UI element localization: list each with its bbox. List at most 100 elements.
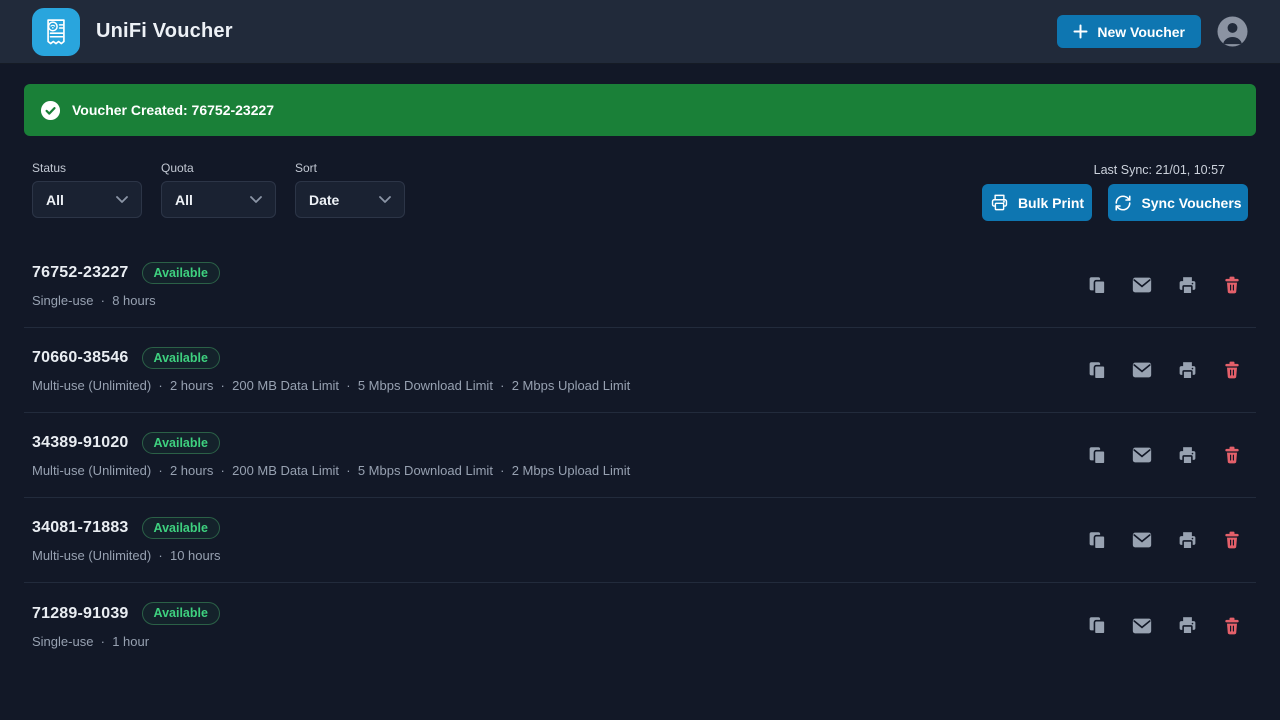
print-icon [1177, 530, 1198, 551]
quota-label: Quota [161, 161, 276, 175]
status-select[interactable]: All [32, 181, 142, 218]
voucher-list: 76752-23227 Available Single-use · 8 hou… [0, 243, 1280, 668]
new-voucher-label: New Voucher [1097, 24, 1185, 40]
voucher-row: 71289-91039 Available Single-use · 1 hou… [24, 583, 1256, 668]
email-button[interactable] [1131, 529, 1153, 551]
voucher-code: 34081-71883 [32, 519, 129, 537]
voucher-code: 34389-91020 [32, 434, 129, 452]
row-actions [1086, 444, 1243, 466]
email-button[interactable] [1131, 274, 1153, 296]
email-icon [1131, 444, 1153, 466]
toolbar: Status All Quota All Sort Date [0, 161, 1280, 221]
banner-message: Voucher Created: 76752-23227 [72, 102, 274, 118]
status-label: Status [32, 161, 142, 175]
refresh-icon [1114, 194, 1132, 212]
filters: Status All Quota All Sort Date [32, 161, 405, 218]
voucher-code: 70660-38546 [32, 349, 129, 367]
voucher-row: 70660-38546 Available Multi-use (Unlimit… [24, 328, 1256, 413]
copy-button[interactable] [1086, 274, 1108, 296]
email-icon [1131, 359, 1153, 381]
app-header: UniFi Voucher New Voucher [0, 0, 1280, 64]
email-icon [1131, 274, 1153, 296]
filter-sort: Sort Date [295, 161, 405, 218]
quota-value: All [175, 192, 193, 208]
printer-icon [990, 193, 1009, 212]
print-icon [1177, 360, 1198, 381]
voucher-code: 71289-91039 [32, 605, 129, 623]
row-actions [1086, 529, 1243, 551]
email-button[interactable] [1131, 359, 1153, 381]
copy-icon [1087, 530, 1108, 551]
trash-icon [1222, 616, 1242, 636]
status-badge: Available [142, 517, 220, 540]
voucher-info: 34081-71883 Available Multi-use (Unlimit… [32, 517, 221, 564]
delete-button[interactable] [1221, 444, 1243, 466]
plus-icon [1073, 24, 1088, 39]
chevron-down-icon [116, 196, 128, 203]
last-sync-text: Last Sync: 21/01, 10:57 [1094, 163, 1225, 177]
voucher-details: Single-use · 8 hours [32, 293, 220, 308]
voucher-info: 76752-23227 Available Single-use · 8 hou… [32, 262, 220, 309]
voucher-details: Multi-use (Unlimited) · 2 hours · 200 MB… [32, 378, 630, 393]
avatar[interactable] [1217, 16, 1248, 47]
voucher-row: 34081-71883 Available Multi-use (Unlimit… [24, 498, 1256, 583]
print-button[interactable] [1176, 274, 1198, 296]
delete-button[interactable] [1221, 274, 1243, 296]
email-button[interactable] [1131, 444, 1153, 466]
copy-icon [1087, 615, 1108, 636]
email-icon [1131, 529, 1153, 551]
email-icon [1131, 615, 1153, 637]
quota-select[interactable]: All [161, 181, 276, 218]
row-actions [1086, 615, 1243, 637]
print-button[interactable] [1176, 529, 1198, 551]
sort-select[interactable]: Date [295, 181, 405, 218]
filter-quota: Quota All [161, 161, 276, 218]
copy-button[interactable] [1086, 359, 1108, 381]
print-button[interactable] [1176, 615, 1198, 637]
delete-button[interactable] [1221, 529, 1243, 551]
status-badge: Available [142, 432, 220, 455]
copy-button[interactable] [1086, 444, 1108, 466]
receipt-wifi-icon [37, 13, 75, 51]
copy-button[interactable] [1086, 615, 1108, 637]
voucher-info: 70660-38546 Available Multi-use (Unlimit… [32, 347, 630, 394]
voucher-code: 76752-23227 [32, 264, 129, 282]
sync-vouchers-button[interactable]: Sync Vouchers [1108, 184, 1248, 221]
row-actions [1086, 359, 1243, 381]
email-button[interactable] [1131, 615, 1153, 637]
bulk-print-button[interactable]: Bulk Print [982, 184, 1092, 221]
print-button[interactable] [1176, 444, 1198, 466]
new-voucher-button[interactable]: New Voucher [1057, 15, 1201, 48]
print-icon [1177, 615, 1198, 636]
print-icon [1177, 445, 1198, 466]
chevron-down-icon [379, 196, 391, 203]
delete-button[interactable] [1221, 615, 1243, 637]
bulk-print-label: Bulk Print [1018, 195, 1084, 211]
sort-label: Sort [295, 161, 405, 175]
voucher-info: 34389-91020 Available Multi-use (Unlimit… [32, 432, 630, 479]
voucher-details: Multi-use (Unlimited) · 2 hours · 200 MB… [32, 463, 630, 478]
voucher-row: 34389-91020 Available Multi-use (Unlimit… [24, 413, 1256, 498]
voucher-details: Multi-use (Unlimited) · 10 hours [32, 548, 221, 563]
row-actions [1086, 274, 1243, 296]
print-button[interactable] [1176, 359, 1198, 381]
success-banner: Voucher Created: 76752-23227 [24, 84, 1256, 136]
status-badge: Available [142, 262, 220, 285]
filter-status: Status All [32, 161, 142, 218]
trash-icon [1222, 360, 1242, 380]
copy-icon [1087, 445, 1108, 466]
delete-button[interactable] [1221, 359, 1243, 381]
voucher-row: 76752-23227 Available Single-use · 8 hou… [24, 243, 1256, 328]
print-icon [1177, 275, 1198, 296]
check-circle-icon [40, 100, 61, 121]
toolbar-right: Last Sync: 21/01, 10:57 Bulk Print [982, 161, 1248, 221]
copy-icon [1087, 360, 1108, 381]
voucher-info: 71289-91039 Available Single-use · 1 hou… [32, 602, 220, 649]
status-value: All [46, 192, 64, 208]
copy-button[interactable] [1086, 529, 1108, 551]
status-badge: Available [142, 602, 220, 625]
sort-value: Date [309, 192, 339, 208]
sync-vouchers-label: Sync Vouchers [1141, 195, 1241, 211]
trash-icon [1222, 445, 1242, 465]
trash-icon [1222, 275, 1242, 295]
